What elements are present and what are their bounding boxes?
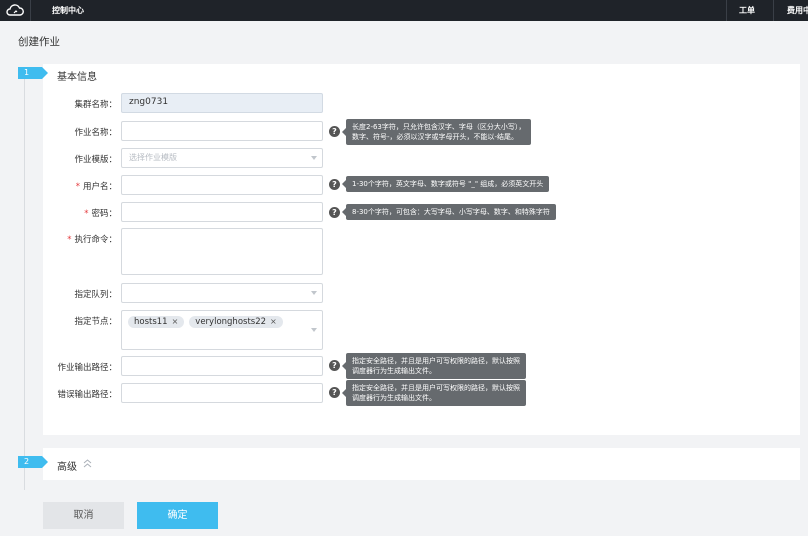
username-help-icon[interactable]: ? — [329, 179, 340, 190]
tooltip-line: 指定安全路径，并且是用户可写权限的路径，默认按照 — [352, 384, 520, 392]
command-label: * 执行命令： — [43, 233, 117, 245]
tooltip-line: 调度器行为生成输出文件。 — [352, 394, 436, 402]
job-name-label: 作业名称： — [74, 128, 117, 138]
step-marker-1: 1 — [18, 67, 48, 79]
cancel-button[interactable]: 取消 — [43, 502, 124, 529]
remove-tag-icon[interactable]: × — [270, 317, 277, 326]
console-title[interactable]: 控制中心 — [52, 5, 84, 16]
required-marker: * — [75, 182, 80, 192]
username-label: * 用户名： — [43, 180, 117, 192]
step-timeline — [24, 70, 25, 490]
output-path-label: 作业输出路径： — [57, 363, 117, 373]
cluster-name-label: 集群名称： — [74, 100, 117, 110]
tooltip-line: 长度2-63字符，只允许包含汉字、字母（区分大小写）， — [352, 123, 526, 131]
required-marker: * — [67, 235, 72, 245]
job-template-label: 作业模版： — [74, 155, 117, 165]
job-name-help-icon[interactable]: ? — [329, 126, 340, 137]
step-marker-2: 2 — [18, 456, 48, 468]
output-path-tooltip: 指定安全路径，并且是用户可写权限的路径，默认按照 调度器行为生成输出文件。 — [342, 353, 526, 379]
nodes-label: 指定节点： — [74, 317, 117, 327]
confirm-button[interactable]: 确定 — [137, 502, 218, 529]
job-name-input[interactable] — [121, 121, 323, 141]
billing-center-link[interactable]: 费用中心 — [787, 5, 808, 16]
remove-tag-icon[interactable]: × — [172, 317, 179, 326]
node-tag: hosts11 × — [128, 316, 185, 328]
tooltip-line: 1-30个字符，英文字母、数字或符号 "_" 组成，必须英文开头 — [352, 180, 544, 188]
node-tag: verylonghosts22 × — [189, 316, 283, 328]
password-label: * 密码： — [43, 207, 117, 219]
queue-select[interactable] — [121, 283, 323, 303]
job-name-tooltip: 长度2-63字符，只允许包含汉字、字母（区分大小写）， 数字、符号-，必须以汉字… — [341, 119, 532, 145]
cloud-icon[interactable] — [5, 3, 25, 18]
error-path-label: 错误输出路径： — [57, 390, 117, 400]
error-path-tooltip: 指定安全路径，并且是用户可写权限的路径，默认按照 调度器行为生成输出文件。 — [342, 380, 526, 406]
chevron-down-icon — [311, 328, 317, 332]
tooltip-line: 8-30个字符，可包含：大写字母、小写字母、数字、和特殊字符 — [352, 208, 550, 216]
password-help-icon[interactable]: ? — [329, 207, 340, 218]
chevron-up-icon[interactable] — [83, 459, 92, 468]
advanced-card[interactable] — [43, 448, 800, 480]
password-tooltip: 8-30个字符，可包含：大写字母、小写字母、数字、和特殊字符 — [342, 204, 556, 220]
job-template-select[interactable]: 选择作业模版 — [121, 148, 323, 168]
chevron-down-icon — [311, 156, 317, 160]
cluster-name-field: zng0731 — [121, 93, 323, 113]
topbar-divider — [30, 0, 31, 21]
queue-label: 指定队列： — [74, 290, 117, 300]
password-input[interactable] — [121, 202, 323, 222]
chevron-down-icon — [311, 291, 317, 295]
job-template-placeholder: 选择作业模版 — [129, 153, 177, 162]
output-path-input[interactable] — [121, 356, 323, 376]
error-path-input[interactable] — [121, 383, 323, 403]
username-label-text: 用户名： — [82, 182, 117, 192]
password-label-text: 密码： — [91, 209, 117, 219]
username-input[interactable] — [121, 175, 323, 195]
error-path-help-icon[interactable]: ? — [329, 387, 340, 398]
username-tooltip: 1-30个字符，英文字母、数字或符号 "_" 组成，必须英文开头 — [341, 176, 550, 192]
nodes-multiselect[interactable]: hosts11 × verylonghosts22 × — [121, 310, 323, 350]
output-path-help-icon[interactable]: ? — [329, 360, 340, 371]
advanced-title[interactable]: 高级 — [57, 458, 77, 473]
topbar-divider — [773, 0, 774, 21]
node-tag-label: verylonghosts22 — [195, 317, 267, 327]
command-textarea[interactable] — [121, 228, 323, 275]
required-marker: * — [84, 209, 89, 219]
ticket-link[interactable]: 工单 — [739, 5, 755, 16]
basic-info-title: 基本信息 — [57, 72, 97, 83]
command-label-text: 执行命令： — [74, 235, 117, 245]
page-title: 创建作业 — [18, 36, 60, 48]
tooltip-line: 调度器行为生成输出文件。 — [352, 367, 436, 375]
tooltip-line: 指定安全路径，并且是用户可写权限的路径，默认按照 — [352, 357, 520, 365]
tooltip-line: 数字、符号-，必须以汉字或字母开头，不能以-结尾。 — [352, 133, 519, 141]
top-navigation-bar: 控制中心 工单 费用中心 — [0, 0, 808, 21]
node-tag-label: hosts11 — [134, 317, 168, 327]
topbar-divider — [726, 0, 727, 21]
